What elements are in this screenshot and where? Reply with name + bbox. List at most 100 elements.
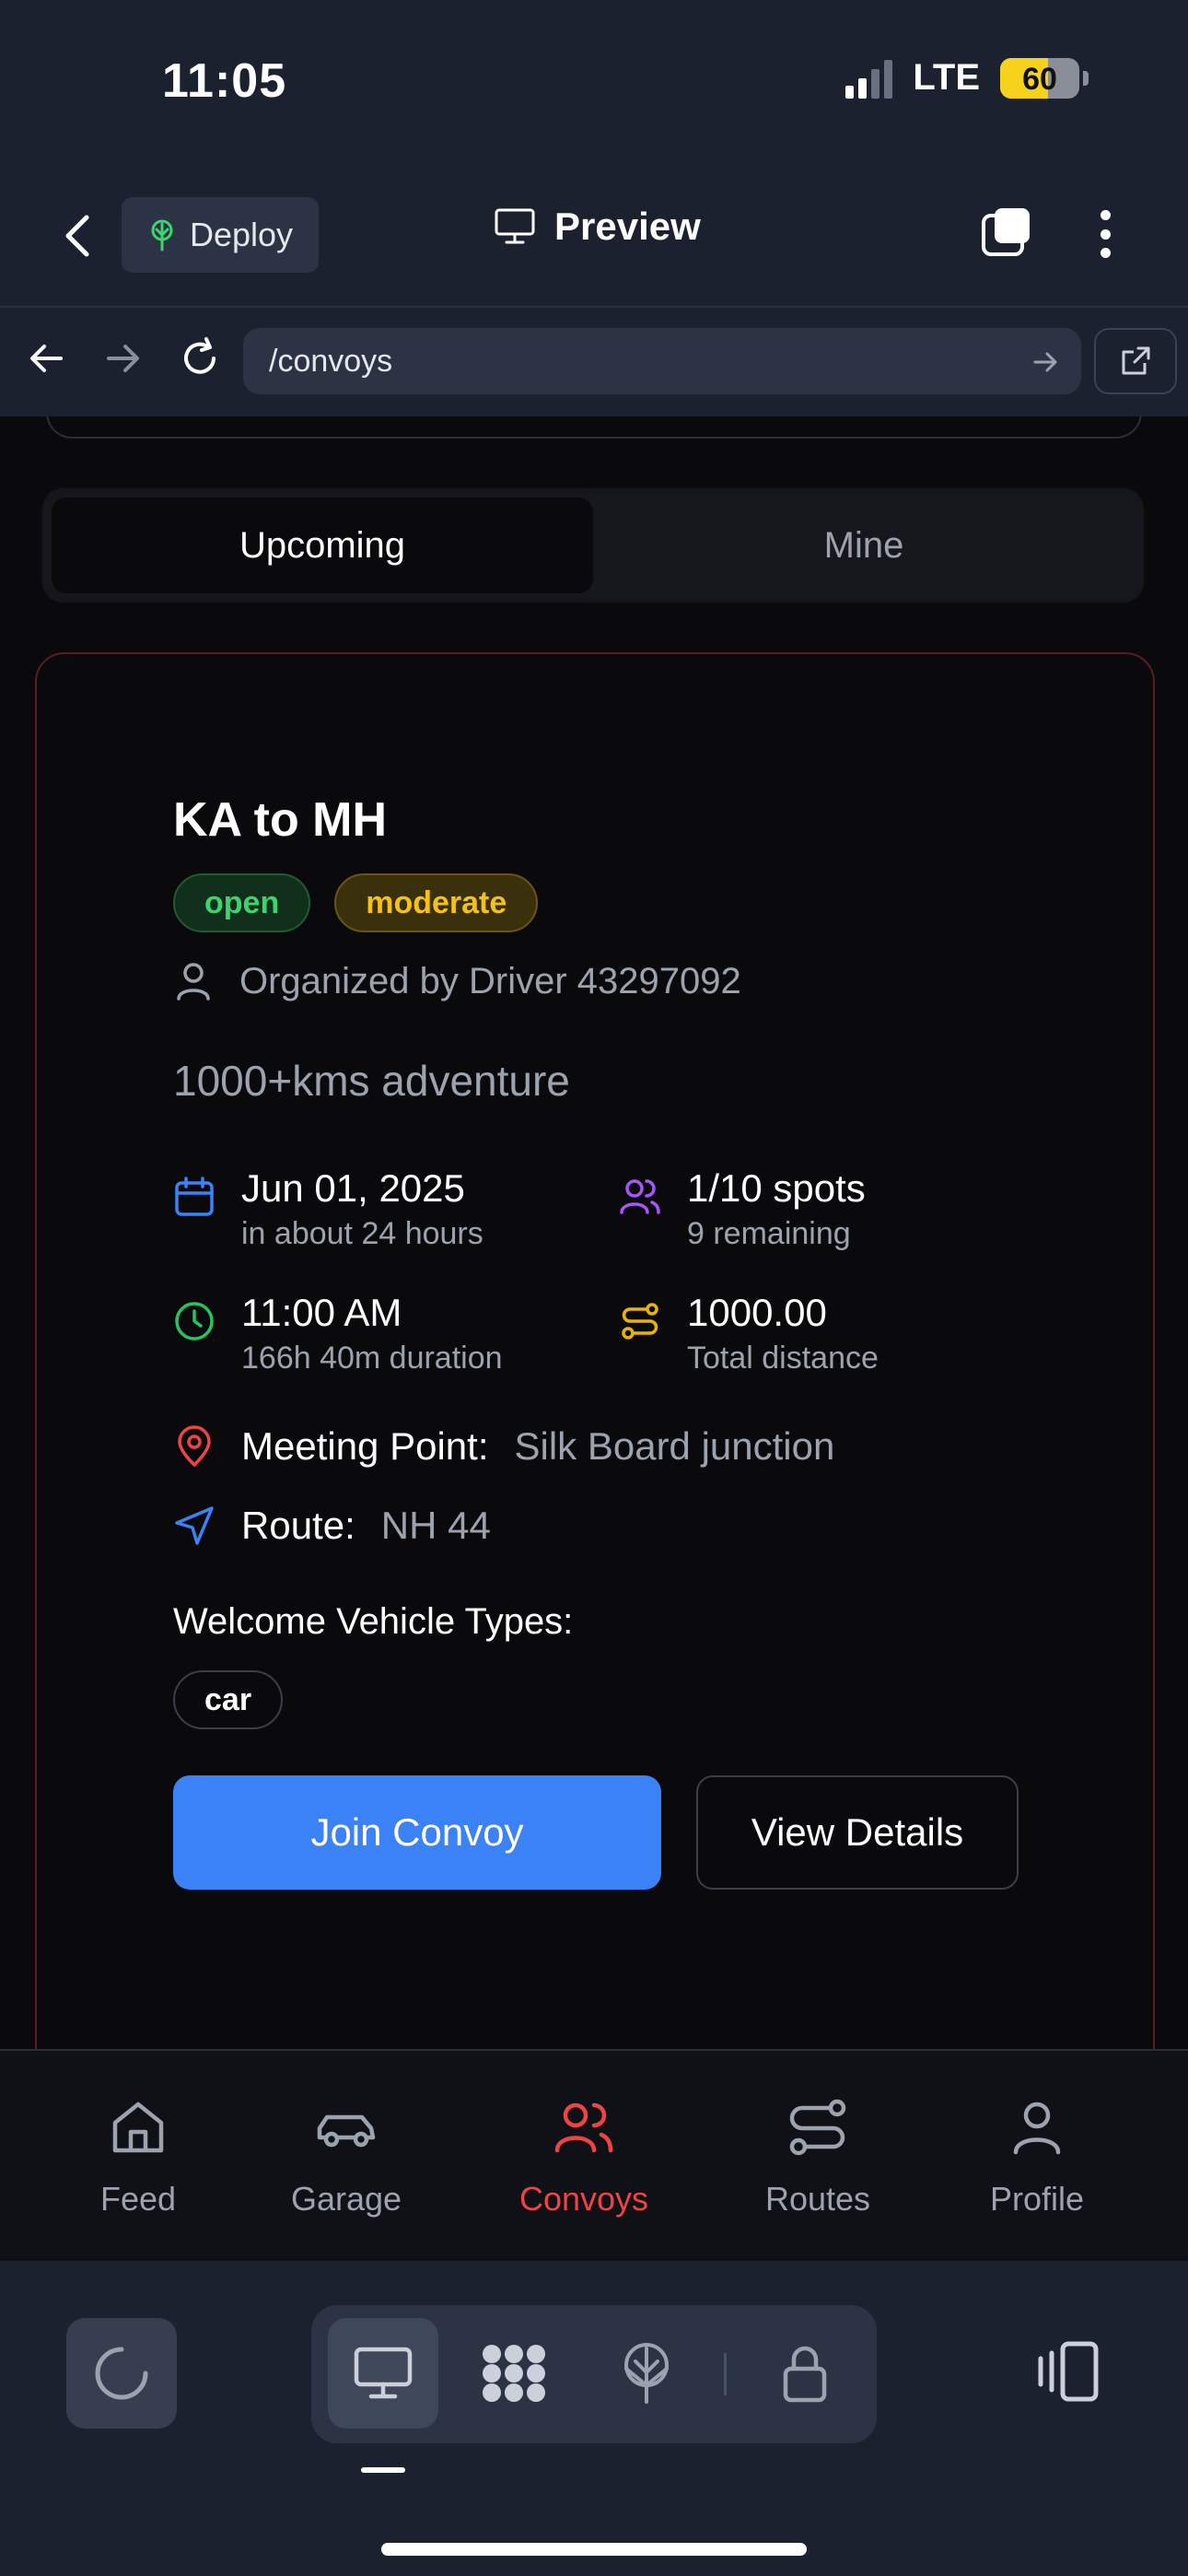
home-icon: [112, 2102, 164, 2153]
browser-top-chrome: 11:05 LTE 60 Deploy Preview /convoys: [0, 0, 1188, 416]
browser-bottom-toolbar: [0, 2261, 1188, 2576]
nav-forward-icon[interactable]: [99, 335, 146, 381]
route-row: Route: NH 44: [173, 1504, 1057, 1548]
deploy-label: Deploy: [190, 216, 294, 253]
preview-label: Preview: [554, 205, 701, 248]
tab-label: Feed: [99, 2180, 177, 2218]
tree-icon: [624, 2343, 669, 2404]
previous-card-edge: [46, 416, 1142, 439]
date-stat: Jun 01, 2025 in about 24 hours: [173, 1166, 619, 1252]
status-badge: open: [173, 873, 311, 932]
url-bar: /convoys: [0, 306, 1188, 416]
more-vertical-icon[interactable]: [1085, 206, 1125, 262]
url-input[interactable]: /convoys: [243, 328, 1081, 394]
vehicle-type-chip: car: [173, 1670, 284, 1729]
route-icon: [789, 2099, 846, 2156]
open-external-button[interactable]: [1094, 328, 1177, 394]
vehicle-types-label: Welcome Vehicle Types:: [173, 1601, 574, 1642]
user-icon: [177, 963, 210, 1001]
map-pin-icon: [178, 1425, 211, 1467]
meeting-point-row: Meeting Point: Silk Board junction: [173, 1424, 1057, 1469]
page-content: Upcoming Mine KA to MH open moderate Org…: [0, 416, 1188, 2049]
users-icon: [620, 1179, 660, 1214]
view-mode-toolbar: [311, 2305, 877, 2443]
time-value: 11:00 AM: [241, 1291, 402, 1334]
users-icon: [554, 2102, 613, 2153]
distance-value: 1000.00: [687, 1291, 827, 1334]
status-indicators: LTE 60: [845, 57, 1089, 99]
grid-blob-icon: [483, 2345, 545, 2402]
battery-icon: 60: [1000, 57, 1079, 99]
navigation-icon: [175, 1506, 214, 1545]
preview-title[interactable]: Preview: [494, 205, 701, 249]
route-label: Route:: [241, 1504, 355, 1547]
clock-icon: [175, 1302, 214, 1341]
spots-value: 1/10 spots: [687, 1166, 866, 1210]
car-icon: [317, 2114, 376, 2148]
convoy-title: KA to MH: [173, 793, 388, 847]
convoy-filter-tabs: Upcoming Mine: [42, 488, 1144, 603]
meeting-point-value: Silk Board junction: [514, 1424, 835, 1468]
convoy-description: 1000+kms adventure: [173, 1057, 570, 1105]
status-time: 11:05: [162, 54, 287, 108]
date-relative: in about 24 hours: [241, 1216, 483, 1251]
tab-label: Garage: [290, 2180, 402, 2218]
monitor-icon: [495, 208, 535, 244]
bottom-tab-bar: Feed Garage Convoys Routes Profile: [0, 2049, 1188, 2261]
back-chevron-icon[interactable]: [55, 210, 101, 262]
deploy-view-button[interactable]: [591, 2318, 702, 2429]
time-stat: 11:00 AM 166h 40m duration: [173, 1291, 619, 1376]
spinner-icon: [95, 2347, 148, 2400]
tab-profile[interactable]: Profile: [936, 2095, 1138, 2219]
network-type: LTE: [913, 57, 980, 98]
app-bar: Deploy Preview: [0, 184, 1188, 304]
calendar-icon: [175, 1177, 214, 1216]
spots-stat: 1/10 spots 9 remaining: [619, 1166, 1061, 1252]
date-value: Jun 01, 2025: [241, 1166, 465, 1210]
distance-stat: 1000.00 Total distance: [619, 1291, 1061, 1376]
tab-garage[interactable]: Garage: [245, 2095, 448, 2219]
nav-back-icon[interactable]: [24, 335, 70, 381]
deploy-tree-icon: [151, 219, 173, 252]
tab-upcoming[interactable]: Upcoming: [52, 498, 593, 593]
battery-nub: [1083, 70, 1089, 86]
signal-icon: [845, 58, 893, 99]
lock-button[interactable]: [750, 2318, 860, 2429]
tabs-icon[interactable]: [980, 205, 1035, 260]
loading-button[interactable]: [66, 2318, 177, 2429]
difficulty-badge: moderate: [334, 873, 539, 932]
reload-icon[interactable]: [177, 335, 223, 381]
convoy-card[interactable]: KA to MH open moderate Organized by Driv…: [35, 652, 1155, 2049]
organizer-row: Organized by Driver 43297092: [173, 960, 1057, 1002]
view-details-button[interactable]: View Details: [696, 1775, 1019, 1890]
rotate-device-icon[interactable]: [1031, 2336, 1105, 2410]
external-link-icon: [1122, 346, 1150, 375]
user-icon: [1013, 2102, 1061, 2155]
organizer-text: Organized by Driver 43297092: [239, 960, 741, 1001]
monitor-icon: [354, 2347, 413, 2399]
toolbar-divider: [724, 2353, 727, 2395]
route-value: NH 44: [380, 1504, 491, 1547]
tab-label: Profile: [989, 2180, 1085, 2218]
tab-label: Routes: [764, 2180, 871, 2218]
tab-label: Convoys: [518, 2180, 649, 2218]
home-indicator: [381, 2543, 807, 2556]
desktop-view-button[interactable]: [328, 2318, 438, 2429]
convoy-stats: Jun 01, 2025 in about 24 hours 1/10 spot…: [173, 1166, 1057, 1376]
apps-view-button[interactable]: [459, 2318, 569, 2429]
tab-convoys[interactable]: Convoys: [483, 2095, 685, 2219]
route-icon: [622, 1303, 658, 1340]
join-convoy-button[interactable]: Join Convoy: [173, 1775, 661, 1890]
go-arrow-icon[interactable]: [1030, 346, 1061, 378]
spots-remaining: 9 remaining: [687, 1216, 851, 1251]
lock-icon: [783, 2346, 827, 2403]
tab-feed[interactable]: Feed: [37, 2095, 239, 2219]
distance-label: Total distance: [687, 1341, 879, 1376]
active-tool-indicator: [361, 2467, 405, 2473]
battery-level: 60: [1022, 61, 1057, 97]
meeting-point-label: Meeting Point:: [241, 1424, 489, 1468]
url-text: /convoys: [269, 343, 393, 379]
tab-routes[interactable]: Routes: [716, 2095, 919, 2219]
deploy-button[interactable]: Deploy: [122, 197, 319, 273]
tab-mine[interactable]: Mine: [593, 498, 1135, 593]
